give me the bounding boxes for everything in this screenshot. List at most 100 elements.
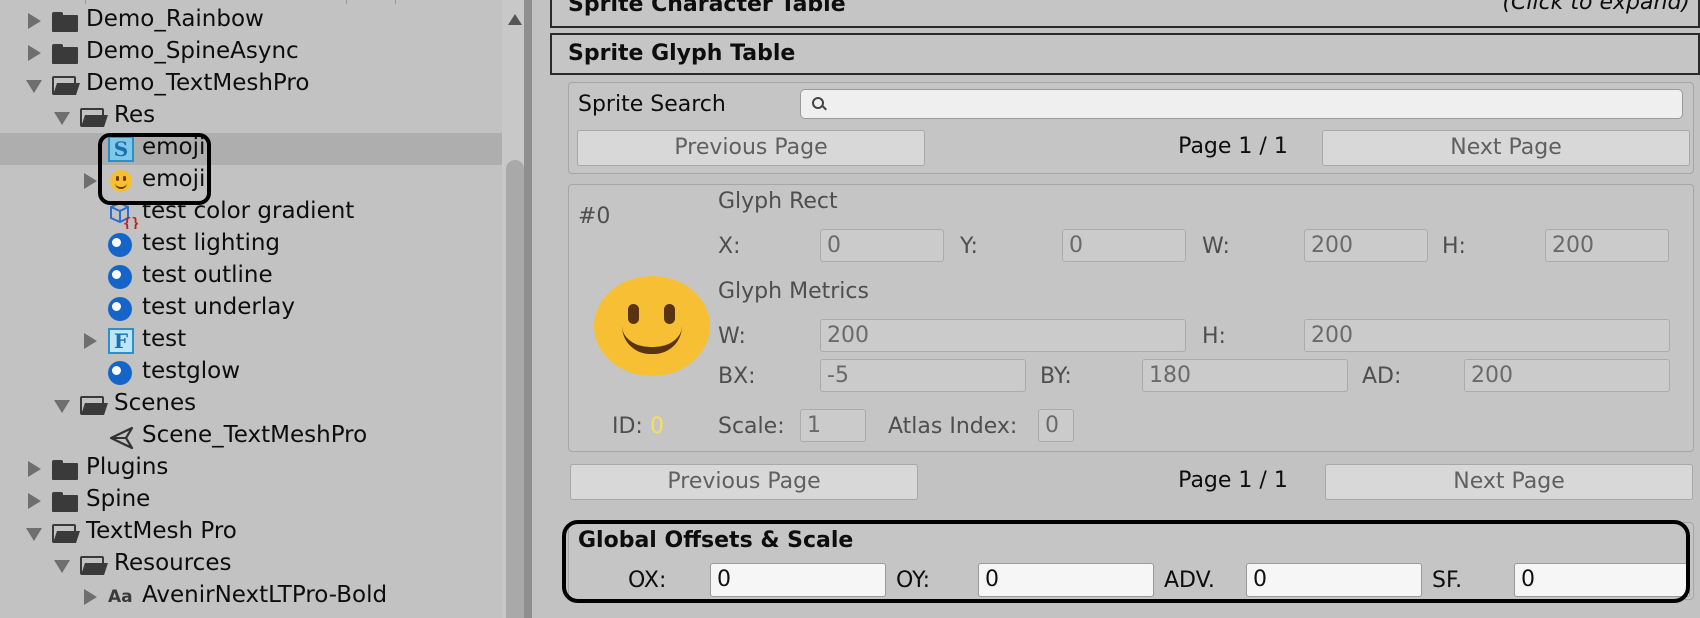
- expand-arrow-icon[interactable]: [84, 333, 97, 349]
- tree-item-emoji-sprite-asset[interactable]: S emoji: [0, 133, 502, 165]
- sprite-character-table-header[interactable]: Sprite Character Table (Click to expand): [550, 0, 1700, 28]
- metrics-h-label: H:: [1202, 324, 1226, 349]
- expand-arrow-icon[interactable]: [84, 589, 97, 605]
- tree-item-label: Scene_TextMeshPro: [142, 422, 368, 448]
- sprite-glyph-table-header[interactable]: Sprite Glyph Table: [550, 33, 1700, 75]
- glyph-record-panel: [568, 184, 1694, 452]
- tree-item-scenes[interactable]: Scenes: [0, 389, 502, 421]
- tree-item-avenir-font[interactable]: Aa AvenirNextLTPro-Bold: [0, 581, 502, 613]
- open-folder-icon: [80, 556, 106, 576]
- glyph-index: #0: [578, 204, 611, 229]
- tree-item-demo-spineasync[interactable]: Demo_SpineAsync: [0, 37, 502, 69]
- atlas-index-field[interactable]: 0: [1038, 409, 1074, 442]
- section-title: Sprite Character Table: [568, 0, 846, 17]
- tree-item-label: TextMesh Pro: [86, 518, 237, 544]
- collapse-arrow-icon[interactable]: [54, 112, 70, 125]
- emoji-eye: [628, 304, 639, 324]
- project-tree-panel: Demo_Rainbow Demo_SpineAsync Demo_TextMe…: [0, 0, 502, 618]
- previous-page-button[interactable]: Previous Page: [570, 464, 918, 500]
- unity-scene-icon: [108, 425, 134, 450]
- material-icon: [108, 265, 132, 289]
- highlight-outline: [562, 520, 1690, 603]
- tree-item-demo-textmeshpro[interactable]: Demo_TextMeshPro: [0, 69, 502, 101]
- material-icon: [108, 297, 132, 321]
- collapse-arrow-icon[interactable]: [54, 400, 70, 413]
- tree-item-test-outline[interactable]: test outline: [0, 261, 502, 293]
- next-page-button[interactable]: Next Page: [1322, 130, 1690, 166]
- emoji-glyph-preview: [594, 276, 710, 376]
- tree-item-textmesh-pro[interactable]: TextMesh Pro: [0, 517, 502, 549]
- collapse-arrow-icon[interactable]: [54, 560, 70, 573]
- tree-item-demo-rainbow[interactable]: Demo_Rainbow: [0, 5, 502, 37]
- scroll-up-arrow-icon[interactable]: [508, 14, 522, 25]
- sprite-search-input[interactable]: [800, 89, 1683, 119]
- search-icon: [812, 97, 824, 109]
- metrics-w-field[interactable]: 200: [820, 319, 1186, 352]
- scale-label: Scale:: [718, 414, 785, 439]
- highlight-outline: [98, 133, 211, 205]
- rect-y-label: Y:: [960, 234, 978, 259]
- metrics-by-field[interactable]: 180: [1142, 359, 1348, 392]
- tree-item-plugins[interactable]: Plugins: [0, 453, 502, 485]
- collapse-arrow-icon[interactable]: [26, 528, 42, 541]
- metrics-bx-label: BX:: [718, 364, 756, 389]
- expand-arrow-icon[interactable]: [28, 45, 41, 61]
- glyph-rect-title: Glyph Rect: [718, 189, 838, 214]
- atlas-index-label: Atlas Index:: [888, 414, 1018, 439]
- scale-field[interactable]: 1: [800, 409, 866, 442]
- expand-arrow-icon[interactable]: [28, 461, 41, 477]
- tree-item-emoji-texture[interactable]: emoji: [0, 165, 502, 197]
- material-icon: [108, 233, 132, 257]
- rect-y-field[interactable]: 0: [1062, 229, 1186, 262]
- expand-arrow-icon[interactable]: [28, 493, 41, 509]
- tree-item-scene-textmeshpro[interactable]: Scene_TextMeshPro: [0, 421, 502, 453]
- material-icon: [108, 361, 132, 385]
- tree-item-test-font[interactable]: F test: [0, 325, 502, 357]
- tree-item-label: test underlay: [142, 294, 295, 320]
- metrics-bx-field[interactable]: -5: [820, 359, 1026, 392]
- rect-h-field[interactable]: 200: [1545, 229, 1669, 262]
- folder-icon: [52, 460, 78, 480]
- tree-item-label: Scenes: [114, 390, 197, 416]
- collapse-arrow-icon[interactable]: [26, 80, 42, 93]
- open-folder-icon: [52, 76, 78, 96]
- expand-arrow-icon[interactable]: [28, 13, 41, 29]
- rect-x-label: X:: [718, 234, 741, 259]
- next-page-button[interactable]: Next Page: [1325, 464, 1693, 500]
- folder-icon: [52, 12, 78, 32]
- tree-item-test-color-gradient[interactable]: {} test color gradient: [0, 197, 502, 232]
- tree-item-label: Spine: [86, 486, 151, 512]
- open-folder-icon: [80, 108, 106, 128]
- tree-item-label: testglow: [142, 358, 241, 384]
- metrics-ad-label: AD:: [1362, 364, 1402, 389]
- font-asset-icon: F: [108, 328, 134, 354]
- scrollbar-thumb[interactable]: [506, 160, 524, 618]
- tree-item-testglow[interactable]: testglow: [0, 357, 502, 389]
- page-indicator: Page 1 / 1: [1178, 468, 1288, 493]
- panel-splitter[interactable]: [524, 0, 532, 618]
- expand-arrow-icon[interactable]: [84, 173, 97, 189]
- tree-item-label: Plugins: [86, 454, 169, 480]
- rect-w-label: W:: [1202, 234, 1230, 259]
- folder-icon: [52, 492, 78, 512]
- tree-item-test-underlay[interactable]: test underlay: [0, 293, 502, 325]
- tree-item-label: Demo_SpineAsync: [86, 38, 299, 64]
- rect-w-field[interactable]: 200: [1304, 229, 1428, 262]
- previous-page-button[interactable]: Previous Page: [577, 130, 925, 166]
- tree-item-res[interactable]: Res: [0, 101, 502, 133]
- glyph-id-label: ID:: [612, 414, 643, 439]
- tree-item-spine[interactable]: Spine: [0, 485, 502, 517]
- tree-item-test-lighting[interactable]: test lighting: [0, 229, 502, 261]
- rect-x-field[interactable]: 0: [820, 229, 944, 262]
- metrics-h-field[interactable]: 200: [1304, 319, 1670, 352]
- open-folder-icon: [80, 396, 106, 416]
- metrics-ad-field[interactable]: 200: [1464, 359, 1670, 392]
- font-aa-icon: Aa: [108, 587, 133, 607]
- tree-item-resources[interactable]: Resources: [0, 549, 502, 581]
- rect-h-label: H:: [1442, 234, 1466, 259]
- emoji-eye: [664, 304, 675, 324]
- metrics-by-label: BY:: [1040, 364, 1072, 389]
- page-indicator: Page 1 / 1: [1178, 134, 1288, 159]
- glyph-metrics-title: Glyph Metrics: [718, 279, 869, 304]
- tree-top-divider: [0, 0, 500, 4]
